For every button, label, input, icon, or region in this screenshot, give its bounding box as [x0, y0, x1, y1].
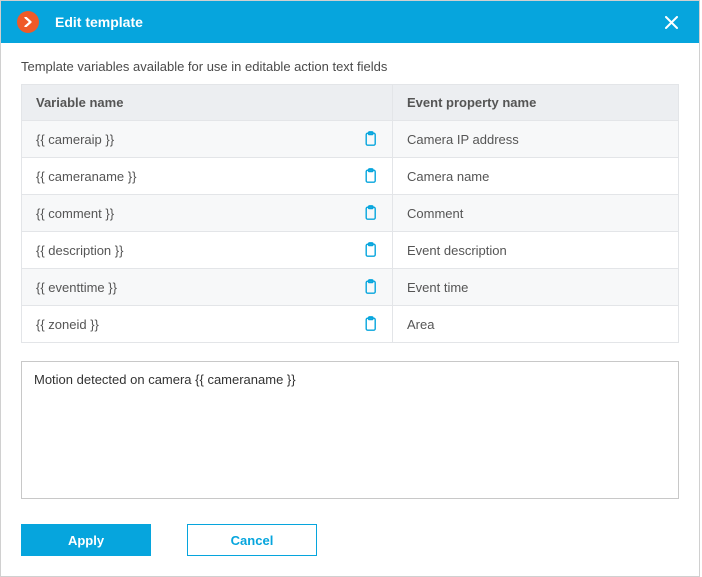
dialog-content: Template variables available for use in …: [1, 43, 699, 576]
table-row: {{ cameraname }} Camera name: [22, 157, 678, 194]
column-header-variable: Variable name: [22, 85, 392, 120]
variables-table: Variable name Event property name {{ cam…: [21, 84, 679, 343]
clipboard-icon: [363, 279, 378, 295]
variable-name: {{ cameraname }}: [36, 169, 350, 184]
copy-variable-button[interactable]: [358, 164, 382, 188]
close-icon: [665, 16, 678, 29]
event-property-name: Comment: [407, 206, 463, 221]
dialog-title: Edit template: [55, 14, 659, 30]
apply-button[interactable]: Apply: [21, 524, 151, 556]
variable-name: {{ cameraip }}: [36, 132, 350, 147]
event-property-name: Camera name: [407, 169, 489, 184]
button-row: Apply Cancel: [21, 524, 679, 556]
table-body: {{ cameraip }} Camera IP address{{ camer…: [22, 120, 678, 342]
copy-variable-button[interactable]: [358, 275, 382, 299]
copy-variable-button[interactable]: [358, 238, 382, 262]
edit-template-dialog: Edit template Template variables availab…: [0, 0, 700, 577]
event-property-cell: Comment: [392, 195, 678, 231]
variable-name: {{ comment }}: [36, 206, 350, 221]
clipboard-icon: [363, 131, 378, 147]
table-row: {{ description }} Event description: [22, 231, 678, 268]
table-row: {{ comment }} Comment: [22, 194, 678, 231]
clipboard-icon: [363, 242, 378, 258]
variable-name-cell: {{ eventtime }}: [22, 269, 392, 305]
variable-name: {{ zoneid }}: [36, 317, 350, 332]
variable-name: {{ eventtime }}: [36, 280, 350, 295]
copy-variable-button[interactable]: [358, 127, 382, 151]
event-property-cell: Event time: [392, 269, 678, 305]
chevron-right-icon: [23, 17, 33, 27]
clipboard-icon: [363, 205, 378, 221]
table-row: {{ eventtime }} Event time: [22, 268, 678, 305]
clipboard-icon: [363, 316, 378, 332]
event-property-name: Event description: [407, 243, 507, 258]
column-header-property: Event property name: [392, 85, 678, 120]
variable-name-cell: {{ comment }}: [22, 195, 392, 231]
instruction-text: Template variables available for use in …: [21, 59, 679, 74]
variable-name-cell: {{ description }}: [22, 232, 392, 268]
clipboard-icon: [363, 168, 378, 184]
close-button[interactable]: [659, 10, 683, 34]
variable-name-cell: {{ cameraip }}: [22, 121, 392, 157]
event-property-cell: Camera name: [392, 158, 678, 194]
copy-variable-button[interactable]: [358, 312, 382, 336]
variable-name-cell: {{ cameraname }}: [22, 158, 392, 194]
variable-name-cell: {{ zoneid }}: [22, 306, 392, 342]
titlebar: Edit template: [1, 1, 699, 43]
event-property-cell: Area: [392, 306, 678, 342]
event-property-cell: Event description: [392, 232, 678, 268]
copy-variable-button[interactable]: [358, 201, 382, 225]
template-text-editor[interactable]: [21, 361, 679, 499]
event-property-cell: Camera IP address: [392, 121, 678, 157]
event-property-name: Camera IP address: [407, 132, 519, 147]
event-property-name: Event time: [407, 280, 468, 295]
app-icon: [17, 11, 39, 33]
variable-name: {{ description }}: [36, 243, 350, 258]
cancel-button[interactable]: Cancel: [187, 524, 317, 556]
table-row: {{ cameraip }} Camera IP address: [22, 120, 678, 157]
event-property-name: Area: [407, 317, 434, 332]
table-row: {{ zoneid }} Area: [22, 305, 678, 342]
table-header: Variable name Event property name: [22, 85, 678, 120]
